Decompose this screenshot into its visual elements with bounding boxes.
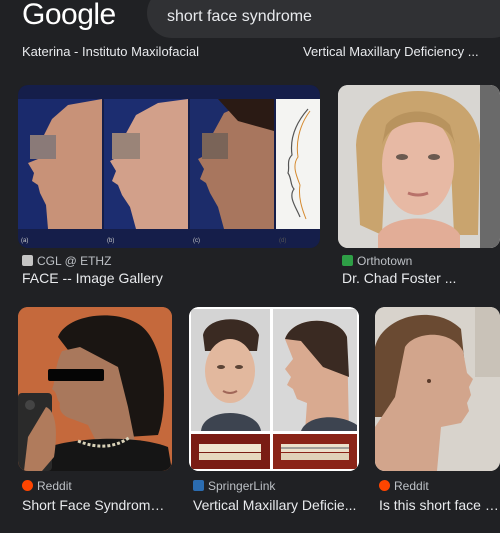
source-name: SpringerLink [208,479,276,493]
panel-label-a: (a) [21,238,29,244]
site-favicon-icon [342,255,353,266]
search-input[interactable]: short face syndrome [167,7,312,27]
result-source[interactable]: Reddit [379,479,429,493]
prev-result-title[interactable]: Katerina - Instituto Maxilofacial [22,44,262,60]
panel-label-b: (b) [107,238,115,244]
result-title[interactable]: Is this short face s... [379,496,500,514]
result-source[interactable]: CGL @ ETHZ [22,254,111,268]
woman-profile-image [375,307,500,471]
source-name: Reddit [37,479,72,493]
result-title[interactable]: FACE -- Image Gallery [22,269,312,287]
result-image-profile[interactable] [375,307,500,471]
springer-icon [193,480,204,491]
reddit-icon [379,480,390,491]
source-name: Orthotown [357,254,413,268]
selfie-profile-image [18,307,172,471]
site-favicon-icon [22,255,33,266]
clinical-photos-image [189,307,359,471]
panel-label-c: (c) [193,238,200,244]
result-image-clinical[interactable] [189,307,359,471]
result-source[interactable]: Reddit [22,479,72,493]
result-source[interactable]: Orthotown [342,254,412,268]
header: Google short face syndrome [0,0,500,40]
woman-portrait-image [338,85,500,248]
result-source[interactable]: SpringerLink [193,479,275,493]
result-image-portrait[interactable] [338,85,500,248]
source-name: CGL @ ETHZ [37,254,112,268]
reddit-icon [22,480,33,491]
result-image-face-gallery[interactable]: (a) (b) (c) (d) [18,85,320,248]
result-title[interactable]: Short Face Syndrome ... [22,496,172,514]
result-title[interactable]: Vertical Maxillary Deficie... [193,496,359,514]
google-logo[interactable]: Google [22,0,116,30]
prev-result-title[interactable]: Vertical Maxillary Deficiency ... [303,44,500,60]
result-title[interactable]: Dr. Chad Foster ... [342,269,500,287]
panel-label-d: (d) [279,238,287,244]
result-image-selfie[interactable] [18,307,172,471]
source-name: Reddit [394,479,429,493]
face-profiles-image [18,85,320,248]
search-box[interactable]: short face syndrome [147,0,500,38]
